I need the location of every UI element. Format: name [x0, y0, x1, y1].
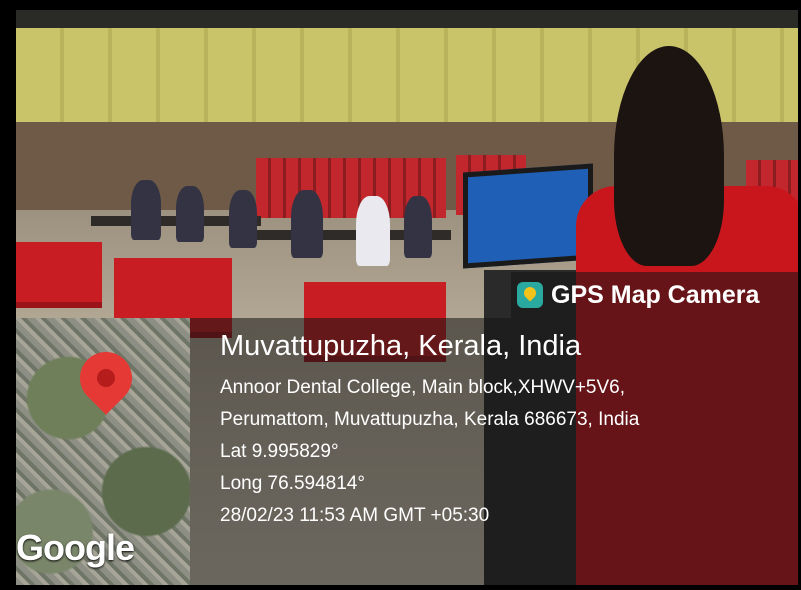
- attendee: [229, 190, 257, 248]
- location-info: Muvattupuzha, Kerala, India Annoor Denta…: [220, 328, 639, 532]
- location-title: Muvattupuzha, Kerala, India: [220, 330, 582, 362]
- app-name: GPS Map Camera: [551, 280, 760, 309]
- satellite-map-thumbnail: Google: [16, 318, 190, 585]
- attendee: [176, 186, 204, 242]
- attendee: [291, 190, 323, 258]
- map-pin-icon: [69, 341, 143, 415]
- google-logo: Google: [16, 527, 135, 568]
- app-brand-bar: GPS Map Camera: [511, 272, 798, 318]
- datetime: 28/02/23 11:53 AM GMT +05:30: [220, 505, 490, 526]
- presenter-hair: [614, 46, 724, 266]
- gps-map-camera-app-icon: [517, 282, 543, 308]
- image-frame: GPS Map Camera Google Muvattupuzha, Kera…: [0, 0, 801, 590]
- classroom-photo: GPS Map Camera Google Muvattupuzha, Kera…: [16, 10, 798, 585]
- laptop: [463, 163, 593, 269]
- red-table: [16, 242, 102, 308]
- ceiling: [16, 10, 798, 28]
- address-line-2: Perumattom, Muvattupuzha, Kerala 686673,…: [220, 409, 640, 430]
- address-line-1: Annoor Dental College, Main block,XHWV+5…: [220, 377, 626, 398]
- longitude: Long 76.594814°: [220, 473, 365, 494]
- attendee: [131, 180, 161, 240]
- attendee: [356, 196, 390, 266]
- attendee: [404, 196, 432, 258]
- latitude: Lat 9.995829°: [220, 441, 339, 462]
